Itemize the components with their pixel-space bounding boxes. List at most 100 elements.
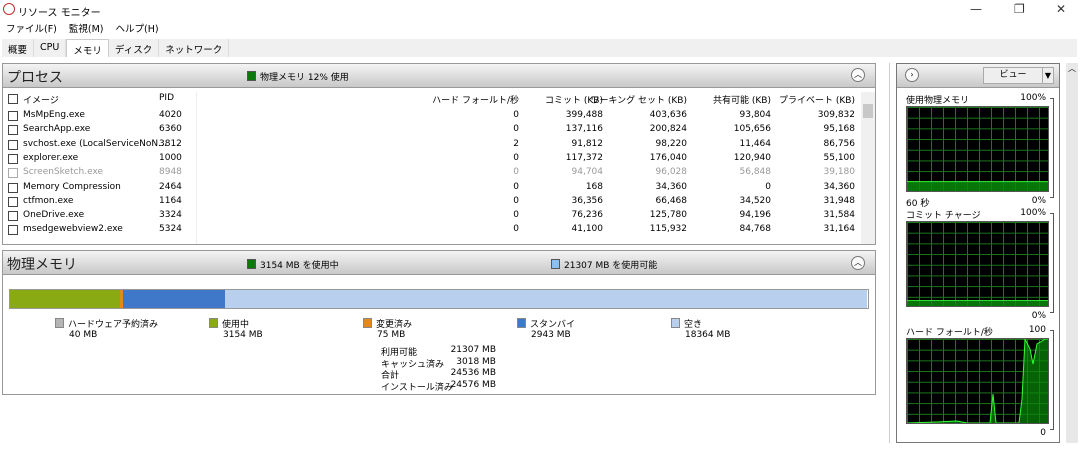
table-row[interactable]: msedgewebview2.exe 5324 0 41,100 115,932 84,7… xyxy=(3,223,861,237)
legend-item: 空き 18364 MB xyxy=(671,317,730,340)
cell: 176,040 xyxy=(649,152,687,163)
row-checkbox[interactable] xyxy=(8,211,18,222)
cell: 125,780 xyxy=(649,210,687,221)
memory-segment xyxy=(10,290,121,308)
scroll-up-icon[interactable]: ︿ xyxy=(1068,63,1076,74)
table-row[interactable]: ScreenSketch.exe 8948 0 94,704 96,028 56,848 3… xyxy=(3,166,861,180)
menu-file[interactable]: ファイル(F) xyxy=(6,21,57,35)
cell: ScreenSketch.exe xyxy=(23,167,104,178)
title-bar: リソース モニター — ❐ ✕ xyxy=(0,0,1080,20)
summary-value: 24576 MB xyxy=(450,379,496,390)
summary-value: 21307 MB xyxy=(450,345,496,355)
cell: 4020 xyxy=(159,110,182,120)
cell: 11,464 xyxy=(739,138,772,149)
status-text: 物理メモリ 12% 使用 xyxy=(260,73,349,83)
cell: 309,832 xyxy=(817,110,855,120)
in-use-text: 3154 MB を使用中 xyxy=(260,261,339,271)
cell: 0 xyxy=(513,152,519,163)
view-dropdown-icon[interactable]: ▼ xyxy=(1042,67,1054,84)
col-shareable[interactable]: 共有可能 (KB) xyxy=(713,93,771,106)
row-checkbox[interactable] xyxy=(8,168,18,179)
graph-fill xyxy=(907,300,1048,306)
row-checkbox[interactable] xyxy=(8,125,18,136)
cell: 98,220 xyxy=(655,138,688,149)
menu-monitor[interactable]: 監視(M) xyxy=(69,21,104,35)
view-button[interactable]: ビュー xyxy=(983,67,1043,84)
tab-memory[interactable]: メモリ xyxy=(66,39,109,57)
graph-min: 0% xyxy=(1031,311,1046,321)
graph-max: 100% xyxy=(1020,208,1046,218)
processes-title: プロセス xyxy=(7,70,63,86)
graph-canvas xyxy=(906,221,1049,307)
cell: OneDrive.exe xyxy=(23,210,85,221)
cell: 1000 xyxy=(159,152,182,163)
row-checkbox[interactable] xyxy=(8,139,18,150)
side-scrollbar[interactable]: ︿ xyxy=(1066,63,1078,443)
cell: 5324 xyxy=(159,224,182,235)
cell: 117,372 xyxy=(565,152,603,163)
cell: 31,948 xyxy=(823,195,856,206)
collapse-icon[interactable]: ︿ xyxy=(851,256,865,270)
cell: 0 xyxy=(765,181,771,192)
cell: 0 xyxy=(513,124,519,135)
processes-header[interactable]: プロセス 物理メモリ 12% 使用 ︿ xyxy=(3,64,875,88)
table-row[interactable]: svchost.exe (LocalServiceNoN... 3812 2 91,8… xyxy=(3,138,861,152)
cell: 399,488 xyxy=(565,110,603,120)
tab-cpu[interactable]: CPU xyxy=(34,39,67,57)
tab-network[interactable]: ネットワーク xyxy=(159,39,230,57)
cell: 56,848 xyxy=(739,167,772,178)
col-private[interactable]: プライベート (KB) xyxy=(779,93,855,106)
table-row[interactable]: explorer.exe 1000 0 117,372 176,040 120,940 55… xyxy=(3,152,861,166)
process-scrollbar[interactable] xyxy=(861,92,875,244)
select-all-checkbox[interactable] xyxy=(8,94,18,104)
cell: 95,168 xyxy=(823,124,856,135)
cell: 41,100 xyxy=(571,224,604,235)
row-checkbox[interactable] xyxy=(8,225,18,236)
legend-swatch-icon xyxy=(363,318,372,328)
legend-label: スタンバイ xyxy=(530,320,576,330)
table-row[interactable]: OneDrive.exe 3324 0 76,236 125,780 94,196 31,5… xyxy=(3,209,861,223)
graph-max: 100 xyxy=(1028,325,1046,335)
cell: 3324 xyxy=(159,210,182,221)
table-row[interactable]: MsMpEng.exe 4020 0 399,488 403,636 93,804 309,… xyxy=(3,109,861,123)
scrollbar-thumb[interactable] xyxy=(863,104,873,118)
tab-overview[interactable]: 概要 xyxy=(2,39,35,57)
col-image[interactable]: イメージ xyxy=(23,93,59,106)
graph-max: 100% xyxy=(1020,93,1046,103)
menu-help[interactable]: ヘルプ(H) xyxy=(116,21,159,35)
physical-memory-header[interactable]: 物理メモリ 3154 MB を使用中 21307 MB を使用可能 ︿ xyxy=(3,251,875,275)
memory-segment xyxy=(225,290,867,308)
row-checkbox[interactable] xyxy=(8,196,18,207)
cell: 168 xyxy=(585,181,603,192)
cell: 0 xyxy=(513,110,519,120)
col-hard-faults[interactable]: ハード フォールト/秒 xyxy=(432,93,519,106)
cell: Memory Compression xyxy=(23,181,121,192)
cell: 137,116 xyxy=(565,124,603,135)
legend-label: ハードウェア予約済み xyxy=(68,320,159,330)
row-checkbox[interactable] xyxy=(8,111,18,121)
menu-bar: ファイル(F) 監視(M) ヘルプ(H) xyxy=(6,21,159,35)
table-row[interactable]: SearchApp.exe 6360 0 137,116 200,824 105,656 9… xyxy=(3,123,861,137)
restore-icon[interactable]: ❐ xyxy=(1014,2,1025,16)
row-checkbox[interactable] xyxy=(8,153,18,164)
cell: 200,824 xyxy=(649,124,687,135)
col-working-set[interactable]: ワーキング セット (KB) xyxy=(590,93,687,106)
tab-disk[interactable]: ディスク xyxy=(109,39,160,57)
table-row[interactable]: ctfmon.exe 1164 0 36,356 66,468 34,520 31,948 xyxy=(3,195,861,209)
col-pid[interactable]: PID xyxy=(159,93,174,103)
cell: 34,520 xyxy=(739,195,772,206)
legend-value: 2943 MB xyxy=(531,330,571,340)
cell: 2 xyxy=(513,138,519,149)
collapse-icon[interactable]: ︿ xyxy=(851,68,865,82)
legend-item: 使用中 3154 MB xyxy=(209,317,263,340)
cell: 2464 xyxy=(159,181,182,192)
minimize-icon[interactable]: — xyxy=(970,2,982,16)
column-header: イメージ PID ハード フォールト/秒 コミット (KB) ワーキング セット… xyxy=(3,92,861,108)
row-checkbox[interactable] xyxy=(8,182,18,193)
close-icon[interactable]: ✕ xyxy=(1056,2,1066,16)
table-row[interactable]: Memory Compression 2464 0 168 34,360 0 34,360 xyxy=(3,181,861,195)
legend-value: 40 MB xyxy=(69,330,98,340)
cell: 84,768 xyxy=(739,224,772,235)
hard-fault-line xyxy=(907,339,1048,423)
expand-icon[interactable]: › xyxy=(905,68,919,82)
